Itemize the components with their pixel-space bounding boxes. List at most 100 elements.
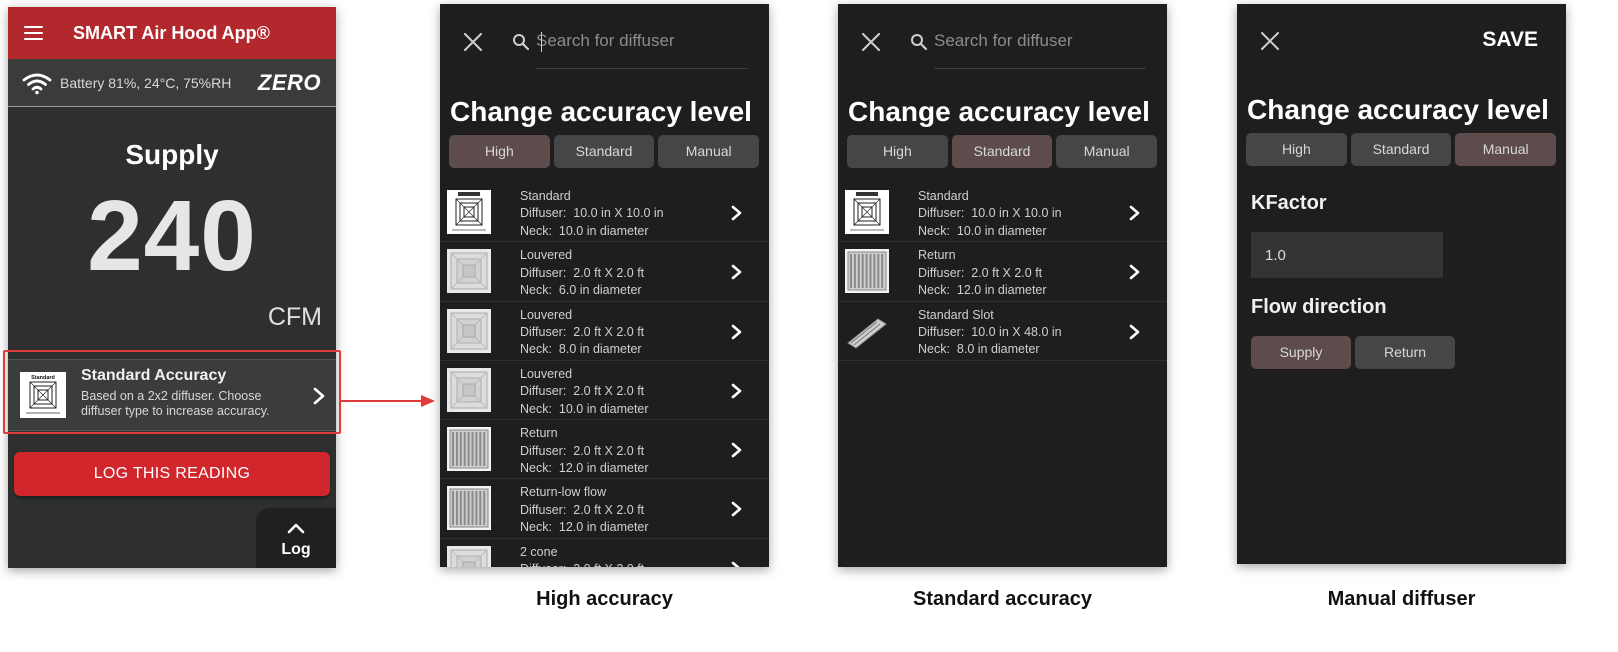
manual-diffuser-screen: SAVE Change accuracy level High Standard… — [1237, 4, 1566, 564]
highlight-frame — [3, 350, 341, 434]
close-icon[interactable] — [464, 33, 482, 51]
arrow-right-icon — [341, 395, 435, 407]
search-underline — [536, 68, 748, 69]
diffuser-diffuser: Diffuser: 10.0 in X 10.0 in — [520, 206, 664, 221]
tab-manual[interactable]: Manual — [658, 135, 760, 168]
diffuser-diffuser: Diffuser: 2.0 ft X 2.0 ft — [520, 561, 644, 567]
diffuser-neck: Neck: 8.0 in diameter — [918, 342, 1040, 357]
tab-high[interactable]: High — [449, 135, 550, 168]
diffuser-name: 2 cone — [520, 544, 558, 559]
search-input[interactable] — [536, 26, 746, 56]
tab-high[interactable]: High — [1246, 133, 1347, 166]
diffuser-details: Louvered Diffuser: 2.0 ft X 2.0 ft Neck: 1… — [520, 366, 649, 418]
diffuser-diffuser: Diffuser: 2.0 ft X 2.0 ft — [520, 384, 645, 399]
caption-high: High accuracy — [536, 588, 673, 610]
chevron-right-icon — [731, 442, 742, 458]
diffuser-list-item[interactable]: Return-low flow Diffuser: 2.0 ft X 2.0 ft… — [440, 479, 769, 539]
diffuser-neck: Neck: 12.0 in diameter — [520, 461, 649, 475]
chevron-right-icon — [1129, 264, 1140, 280]
status-bar: Battery 81%, 24°C, 75%RH ZERO — [8, 59, 336, 107]
diffuser-list-item[interactable]: Louvered Diffuser: 2.0 ft X 2.0 ft Neck: 8… — [440, 302, 769, 361]
diffuser-details: Return Diffuser: 2.0 ft X 2.0 ft Neck: 12.… — [918, 247, 1047, 299]
text-cursor — [541, 32, 542, 52]
accuracy-tabs: High Standard Manual — [449, 135, 760, 168]
diffuser-thumbnail — [447, 427, 491, 472]
diffuser-list-item[interactable]: 2 cone Diffuser: 2.0 ft X 2.0 ft — [440, 539, 769, 567]
standard-accuracy-screen: Change accuracy level High Standard Manu… — [838, 4, 1167, 567]
diffuser-details: Standard Diffuser: 10.0 in X 10.0 in Neck:… — [520, 188, 664, 240]
diffuser-list: Standard Diffuser: 10.0 in X 10.0 in Neck:… — [838, 183, 1167, 361]
app-title: SMART Air Hood App® — [73, 22, 270, 43]
screen-title: Change accuracy level — [450, 96, 752, 127]
chevron-right-icon — [731, 264, 742, 280]
diffuser-diffuser: Diffuser: 2.0 ft X 2.0 ft — [520, 443, 645, 458]
tab-manual[interactable]: Manual — [1455, 133, 1557, 166]
diffuser-details: 2 cone Diffuser: 2.0 ft X 2.0 ft — [520, 544, 644, 567]
close-icon[interactable] — [862, 33, 880, 51]
wifi-icon — [22, 73, 52, 94]
flow-direction-label: Supply — [125, 139, 219, 170]
diffuser-thumbnail — [447, 367, 491, 412]
composite-figure: SMART Air Hood App® Battery 81%, 24°C, 7… — [0, 0, 1618, 652]
zero-button[interactable]: ZERO — [258, 70, 321, 96]
search-icon — [911, 34, 927, 50]
diffuser-list: Standard Diffuser: 10.0 in X 10.0 in Neck:… — [440, 183, 769, 567]
chevron-right-icon — [731, 324, 742, 339]
diffuser-list-item[interactable]: Standard Slot Diffuser: 10.0 in X 48.0 in… — [838, 302, 1167, 361]
flow-supply-button[interactable]: Supply — [1251, 336, 1351, 369]
diffuser-thumbnail — [447, 190, 491, 234]
diffuser-diffuser: Diffuser: 10.0 in X 10.0 in — [918, 206, 1062, 221]
diffuser-list-item[interactable]: Return Diffuser: 2.0 ft X 2.0 ft Neck: 12.… — [440, 420, 769, 480]
diffuser-list-item[interactable]: Return Diffuser: 2.0 ft X 2.0 ft Neck: 12.… — [838, 242, 1167, 302]
menu-icon[interactable] — [24, 26, 43, 40]
diffuser-list-item[interactable]: Louvered Diffuser: 2.0 ft X 2.0 ft Neck: 6… — [440, 242, 769, 302]
diffuser-diffuser: Diffuser: 2.0 ft X 2.0 ft — [520, 502, 645, 517]
flow-reading-value: 240 — [87, 180, 257, 292]
kfactor-input[interactable] — [1251, 232, 1443, 278]
tab-standard[interactable]: Standard — [951, 135, 1053, 168]
log-reading-button[interactable]: LOG THIS READING — [14, 452, 330, 496]
close-icon[interactable] — [1261, 32, 1279, 50]
diffuser-details: Louvered Diffuser: 2.0 ft X 2.0 ft Neck: 6… — [520, 247, 644, 299]
diffuser-neck: Neck: 10.0 in diameter — [520, 401, 649, 416]
save-button[interactable]: SAVE — [1482, 28, 1538, 52]
diffuser-name: Standard Slot — [918, 307, 994, 322]
diffuser-name: Return — [520, 426, 558, 441]
diffuser-neck: Neck: 6.0 in diameter — [520, 283, 642, 298]
tab-high[interactable]: High — [847, 135, 948, 168]
search-icon — [513, 34, 529, 50]
diffuser-neck: Neck: 12.0 in diameter — [520, 520, 649, 535]
screen-title: Change accuracy level — [1247, 94, 1549, 125]
diffuser-list-item[interactable]: Standard Diffuser: 10.0 in X 10.0 in Neck:… — [440, 183, 769, 243]
diffuser-list-item[interactable]: Louvered Diffuser: 2.0 ft X 2.0 ft Neck: 1… — [440, 361, 769, 421]
search-input[interactable] — [934, 26, 1144, 56]
chevron-right-icon — [731, 205, 742, 221]
log-tab[interactable]: Log — [256, 508, 336, 568]
diffuser-name: Return — [918, 248, 956, 263]
tab-manual[interactable]: Manual — [1056, 135, 1158, 168]
diffuser-diffuser: Diffuser: 2.0 ft X 2.0 ft — [520, 325, 645, 339]
chevron-right-icon — [731, 561, 740, 567]
kfactor-label: KFactor — [1251, 192, 1327, 214]
diffuser-details: Return Diffuser: 2.0 ft X 2.0 ft Neck: 12.… — [520, 425, 649, 477]
diffuser-name: Standard — [520, 189, 571, 203]
diffuser-name: Louvered — [520, 248, 573, 263]
flow-return-button[interactable]: Return — [1355, 336, 1455, 369]
diffuser-thumbnail — [447, 545, 491, 567]
diffuser-name: Standard — [918, 189, 969, 203]
accuracy-tabs: High Standard Manual — [847, 135, 1158, 168]
diffuser-neck: Neck: 12.0 in diameter — [918, 283, 1047, 298]
tab-standard[interactable]: Standard — [1350, 133, 1452, 166]
diffuser-diffuser: Diffuser: 2.0 ft X 2.0 ft — [918, 265, 1043, 280]
diffuser-name: Louvered — [520, 366, 573, 381]
caption-manual: Manual diffuser — [1327, 588, 1476, 610]
chevron-right-icon — [1129, 324, 1140, 339]
diffuser-details: Return-low flow Diffuser: 2.0 ft X 2.0 ft… — [520, 484, 649, 536]
caption-standard: Standard accuracy — [913, 588, 1092, 610]
diffuser-list-item[interactable]: Standard Diffuser: 10.0 in X 10.0 in Neck:… — [838, 183, 1167, 243]
diffuser-thumbnail — [447, 308, 491, 353]
flow-direction-toggle: Supply Return — [1251, 336, 1455, 369]
chevron-right-icon — [731, 502, 742, 517]
chevron-up-icon — [287, 523, 305, 534]
tab-standard[interactable]: Standard — [553, 135, 655, 168]
